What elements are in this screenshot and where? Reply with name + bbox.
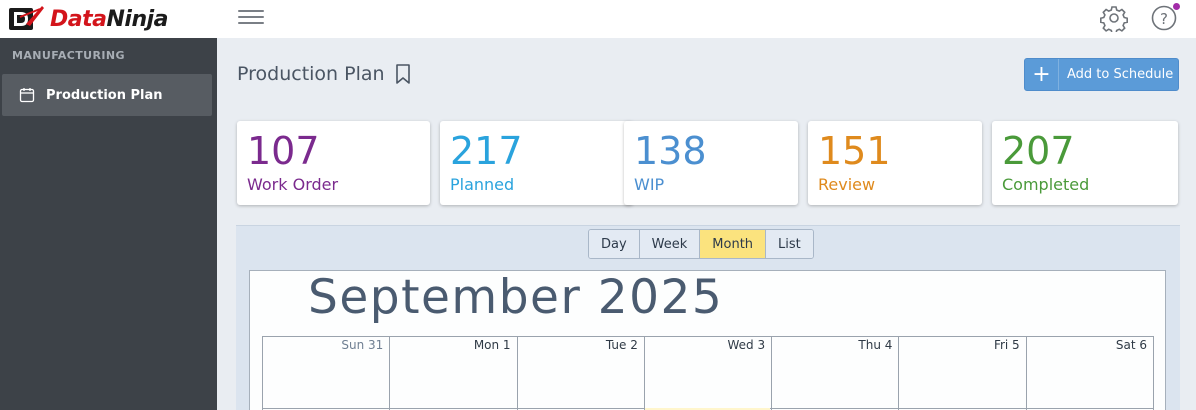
stat-label: Completed (1002, 175, 1090, 194)
sidebar-item-production-plan[interactable]: Production Plan (2, 74, 212, 116)
day-header: Mon 1 (473, 338, 511, 352)
stat-label: Planned (450, 175, 515, 194)
day-header: Fri 5 (993, 338, 1020, 352)
top-bar: DataNinja ? (0, 0, 1196, 38)
sidebar-item-label: Production Plan (46, 87, 163, 103)
day-header: Tue 2 (605, 338, 638, 352)
datanninja-logo-icon (9, 6, 44, 30)
calendar-day-cell[interactable]: Wed 3 (645, 337, 773, 410)
stat-value: 217 (450, 129, 523, 173)
tab-month[interactable]: Month (700, 230, 767, 258)
brand-name-part2: Ninja (106, 6, 168, 32)
add-to-schedule-label: Add to Schedule (1067, 67, 1174, 82)
day-header: Wed 3 (727, 338, 766, 352)
stat-value: 138 (634, 129, 707, 173)
plus-icon: + (1025, 59, 1059, 90)
day-header: Sun 31 (341, 338, 384, 352)
bookmark-icon[interactable] (394, 63, 412, 85)
stat-value: 207 (1002, 129, 1075, 173)
tab-week[interactable]: Week (639, 230, 701, 258)
svg-text:?: ? (1160, 10, 1168, 28)
brand-name: DataNinja (50, 7, 168, 32)
brand-name-part1: Data (50, 6, 107, 32)
stat-label: WIP (634, 175, 665, 194)
stat-label: Review (818, 175, 876, 194)
calendar-view-tabs: Day Week Month List (588, 229, 814, 259)
stat-card-planned[interactable]: 217 Planned (440, 121, 633, 205)
stat-value: 107 (247, 129, 320, 173)
brand-logo[interactable]: DataNinja (6, 4, 168, 34)
sidebar: MANUFACTURING Production Plan (0, 38, 217, 410)
hamburger-icon[interactable] (238, 6, 264, 28)
stat-card-completed[interactable]: 207 Completed (992, 121, 1178, 205)
day-header: Thu 4 (858, 338, 893, 352)
calendar-day-cell[interactable]: Fri 5 (899, 337, 1027, 410)
calendar-day-cell[interactable]: Thu 4 (772, 337, 900, 410)
calendar-icon (19, 88, 35, 103)
calendar-month-title: September 2025 (308, 270, 724, 325)
stat-card-wip[interactable]: 138 WIP (624, 121, 798, 205)
stat-card-review[interactable]: 151 Review (808, 121, 982, 205)
stat-value: 151 (818, 129, 891, 173)
add-to-schedule-button[interactable]: + Add to Schedule (1024, 58, 1179, 91)
calendar-day-cell[interactable]: Sun 31 (263, 337, 391, 410)
page-title: Production Plan (237, 63, 385, 85)
notification-dot (1173, 3, 1180, 10)
day-header: Sat 6 (1115, 338, 1147, 352)
calendar-day-cell[interactable]: Sat 6 (1027, 337, 1153, 410)
calendar-day-cell[interactable]: Mon 1 (390, 337, 518, 410)
stat-label: Work Order (247, 175, 339, 194)
stat-card-work-order[interactable]: 107 Work Order (237, 121, 430, 205)
calendar-day-cell[interactable]: Tue 2 (518, 337, 645, 410)
calendar-week-row: Sun 31 Mon 1 Tue 2 Wed 3 Thu 4 Fri 5 Sat… (262, 336, 1154, 410)
tab-list[interactable]: List (766, 230, 813, 258)
tab-day[interactable]: Day (589, 230, 640, 258)
sidebar-section-title: MANUFACTURING (12, 49, 125, 62)
gear-icon[interactable] (1100, 4, 1128, 32)
